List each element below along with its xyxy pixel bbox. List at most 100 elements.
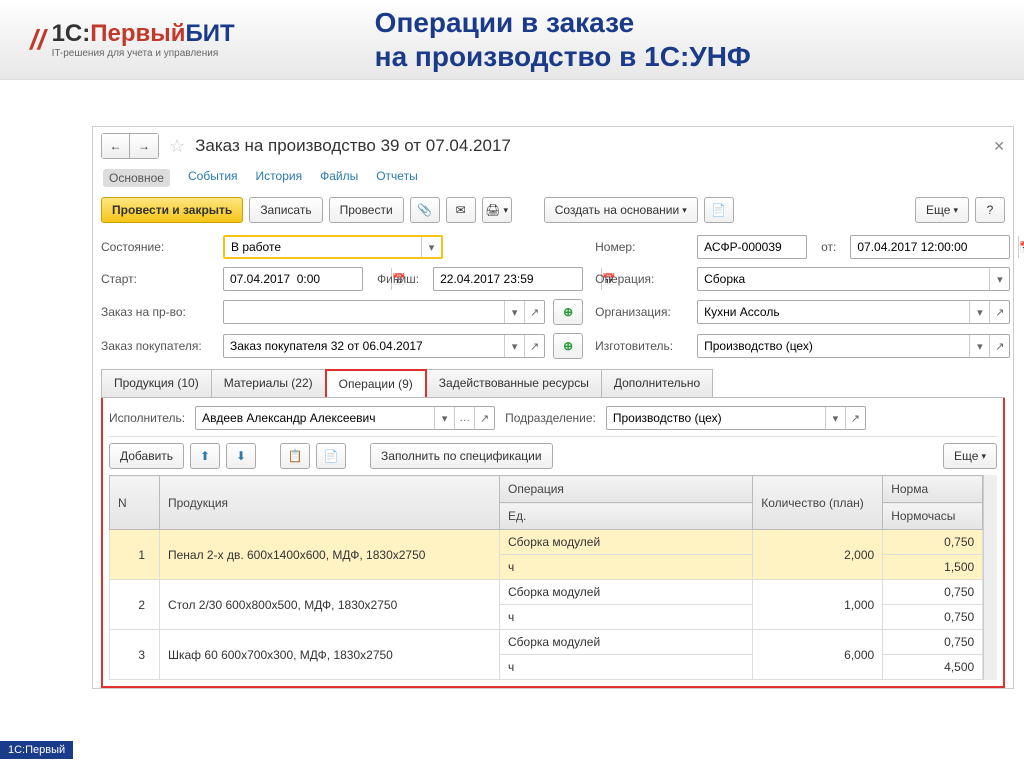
back-button[interactable]: ← <box>102 134 130 158</box>
post-button[interactable]: Провести <box>329 197 404 223</box>
add-link-icon[interactable]: ⊕ <box>553 333 583 359</box>
ellipsis-icon[interactable]: … <box>454 407 474 429</box>
col-unit[interactable]: Ед. <box>500 503 753 530</box>
number-input[interactable] <box>697 235 807 259</box>
finish-input[interactable]: 📅 <box>433 267 583 291</box>
scrollbar[interactable] <box>983 475 997 680</box>
window-title: Заказ на производство 39 от 07.04.2017 <box>195 136 511 156</box>
forward-button[interactable]: → <box>130 134 158 158</box>
ops-more-button[interactable]: Еще <box>943 443 997 469</box>
section-links: Основное События История Файлы Отчеты <box>101 165 1005 197</box>
ops-toolbar: Добавить ⬆ ⬇ 📋 📄 Заполнить по спецификац… <box>109 443 997 469</box>
favorite-star-icon[interactable]: ☆ <box>169 136 185 157</box>
print-icon[interactable]: 🖨 <box>482 197 512 223</box>
attachment-icon[interactable]: 📎 <box>410 197 440 223</box>
start-input[interactable]: 📅 <box>223 267 363 291</box>
footer-tag: 1С:Первый <box>0 741 73 759</box>
col-n[interactable]: N <box>110 476 160 530</box>
dropdown-icon[interactable]: ▾ <box>825 407 845 429</box>
add-link-icon[interactable]: ⊕ <box>553 299 583 325</box>
logo-bit: БИТ <box>186 20 235 47</box>
link-events[interactable]: События <box>188 169 238 187</box>
paste-icon[interactable]: 📄 <box>316 443 346 469</box>
fill-spec-button[interactable]: Заполнить по спецификации <box>370 443 553 469</box>
org-label: Организация: <box>595 305 685 319</box>
col-norm[interactable]: Норма <box>883 476 983 503</box>
add-row-button[interactable]: Добавить <box>109 443 184 469</box>
col-hours[interactable]: Нормочасы <box>883 503 983 530</box>
dept-input[interactable]: ▾↗ <box>606 406 866 430</box>
org-input[interactable]: ▾↗ <box>697 300 1010 324</box>
order-prod-label: Заказ на пр-во: <box>101 305 211 319</box>
help-button[interactable]: ? <box>975 197 1005 223</box>
close-icon[interactable]: ✕ <box>993 138 1005 155</box>
copy-icon[interactable]: 📋 <box>280 443 310 469</box>
open-icon[interactable]: ↗ <box>989 301 1009 323</box>
open-icon[interactable]: ↗ <box>524 335 544 357</box>
post-and-close-button[interactable]: Провести и закрыть <box>101 197 243 223</box>
dropdown-icon[interactable]: ▾ <box>969 335 989 357</box>
operations-table: N Продукция Операция Количество (план) Н… <box>109 475 983 680</box>
dept-label: Подразделение: <box>505 411 596 425</box>
move-down-icon[interactable]: ⬇ <box>226 443 256 469</box>
link-files[interactable]: Файлы <box>320 169 358 187</box>
main-toolbar: Провести и закрыть Записать Провести 📎 ✉… <box>101 197 1005 223</box>
calendar-icon[interactable]: 📅 <box>1018 236 1024 258</box>
nav-buttons: ← → <box>101 133 159 159</box>
dropdown-icon[interactable]: ▾ <box>504 335 524 357</box>
tab-products[interactable]: Продукция (10) <box>101 369 212 397</box>
finish-label: Финиш: <box>377 272 419 286</box>
link-history[interactable]: История <box>256 169 303 187</box>
operation-input[interactable]: ▾ <box>697 267 1010 291</box>
dropdown-icon[interactable]: ▾ <box>421 237 441 257</box>
table-row[interactable]: 1 Пенал 2-х дв. 600х1400х600, МДФ, 1830х… <box>110 530 983 555</box>
date-input[interactable]: 📅 <box>850 235 1010 259</box>
tabs: Продукция (10) Материалы (22) Операции (… <box>101 369 1005 398</box>
state-input[interactable]: ▾ <box>223 235 443 259</box>
tab-operations[interactable]: Операции (9) <box>325 369 427 397</box>
col-product[interactable]: Продукция <box>160 476 500 530</box>
tab-materials[interactable]: Материалы (22) <box>211 369 326 397</box>
number-label: Номер: <box>595 240 685 254</box>
open-icon[interactable]: ↗ <box>989 335 1009 357</box>
operation-label: Операция: <box>595 272 685 286</box>
order-cust-input[interactable]: ▾↗ <box>223 334 545 358</box>
more-button[interactable]: Еще <box>915 197 969 223</box>
order-prod-input[interactable]: ▾↗ <box>223 300 545 324</box>
slide-title: Операции в заказе на производство в 1С:У… <box>375 6 751 73</box>
slide-header: // 1С:ПервыйБИТ IT-решения для учета и у… <box>0 0 1024 80</box>
form-fields: Состояние: ▾ Номер: от: 📅 Старт: 📅 Финиш… <box>101 235 1005 359</box>
open-icon[interactable]: ↗ <box>524 301 544 323</box>
executor-input[interactable]: ▾…↗ <box>195 406 495 430</box>
dropdown-icon[interactable]: ▾ <box>969 301 989 323</box>
tab-extra[interactable]: Дополнительно <box>601 369 713 397</box>
maker-label: Изготовитель: <box>595 339 685 353</box>
table-row[interactable]: 3 Шкаф 60 600х700х300, МДФ, 1830х2750 Сб… <box>110 630 983 655</box>
link-reports[interactable]: Отчеты <box>376 169 417 187</box>
col-qty[interactable]: Количество (план) <box>753 476 883 530</box>
logo-mark-icon: // <box>30 24 46 56</box>
app-window: ← → ☆ Заказ на производство 39 от 07.04.… <box>92 126 1014 689</box>
create-based-button[interactable]: Создать на основании <box>544 197 698 223</box>
open-icon[interactable]: ↗ <box>474 407 494 429</box>
tab-resources[interactable]: Задействованные ресурсы <box>426 369 602 397</box>
save-button[interactable]: Записать <box>249 197 322 223</box>
table-row[interactable]: 2 Стол 2/30 600х800х500, МДФ, 1830х2750 … <box>110 580 983 605</box>
link-main[interactable]: Основное <box>103 169 170 187</box>
logo-brand: 1С: <box>52 20 91 47</box>
title-bar: ← → ☆ Заказ на производство 39 от 07.04.… <box>101 133 1005 159</box>
operations-panel: Исполнитель: ▾…↗ Подразделение: ▾↗ Добав… <box>101 398 1005 688</box>
dropdown-icon[interactable]: ▾ <box>504 301 524 323</box>
from-label: от: <box>821 240 836 254</box>
col-operation[interactable]: Операция <box>500 476 753 503</box>
open-icon[interactable]: ↗ <box>845 407 865 429</box>
dropdown-icon[interactable]: ▾ <box>989 268 1009 290</box>
logo-first: Первый <box>90 20 185 47</box>
dropdown-icon[interactable]: ▾ <box>434 407 454 429</box>
move-up-icon[interactable]: ⬆ <box>190 443 220 469</box>
maker-input[interactable]: ▾↗ <box>697 334 1010 358</box>
start-label: Старт: <box>101 272 211 286</box>
mail-icon[interactable]: ✉ <box>446 197 476 223</box>
state-label: Состояние: <box>101 240 211 254</box>
report-icon[interactable]: 📄 <box>704 197 734 223</box>
